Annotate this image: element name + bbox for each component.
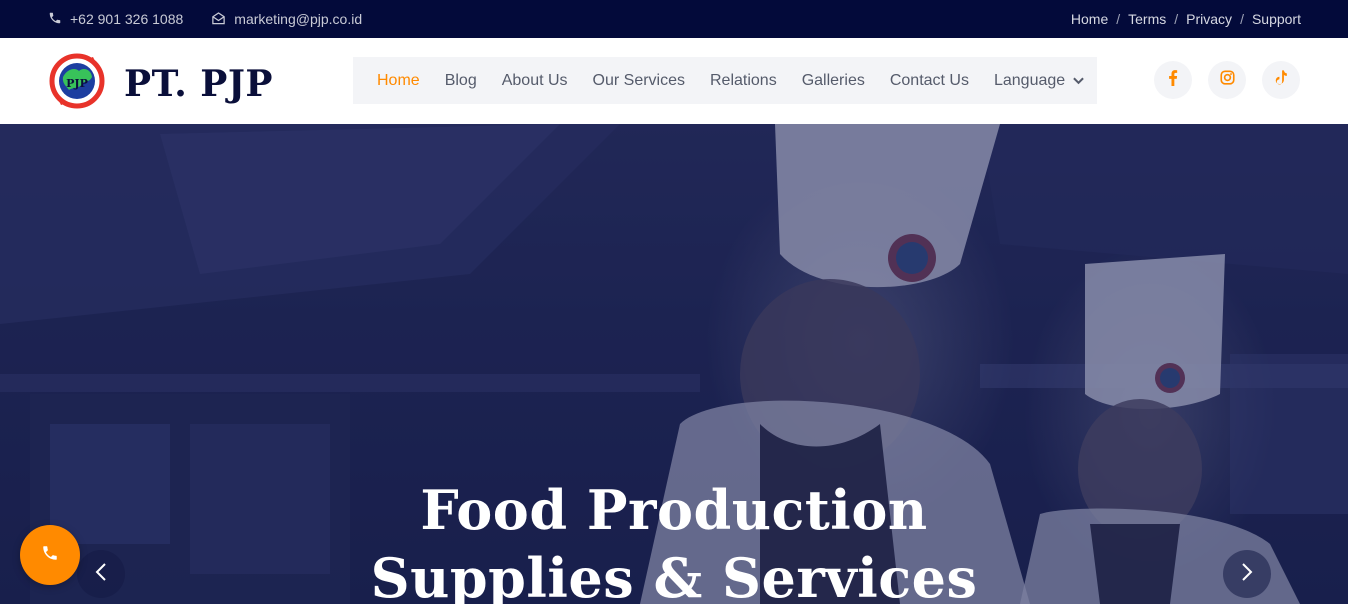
chevron-right-icon: [1241, 562, 1253, 587]
link-separator: /: [1240, 11, 1244, 27]
nav-blog[interactable]: Blog: [445, 72, 477, 90]
site-header: PJP PT. PJP Home Blog About Us Our Servi…: [0, 38, 1348, 124]
link-separator: /: [1174, 11, 1179, 27]
phone-icon: [41, 544, 59, 567]
top-link-support[interactable]: Support: [1252, 11, 1301, 27]
instagram-icon: [1219, 70, 1235, 90]
brand-name: PT. PJP: [124, 62, 273, 105]
hero-title: Food Production Supplies & Services: [0, 476, 1348, 604]
tiktok-icon: [1274, 69, 1288, 91]
slider-prev-button[interactable]: [77, 550, 125, 598]
top-links: Home / Terms / Privacy / Support: [1071, 0, 1301, 38]
top-link-terms[interactable]: Terms: [1128, 11, 1166, 27]
hero-slider: Food Production Supplies & Services: [0, 124, 1348, 604]
phone-contact[interactable]: +62 901 326 1088: [48, 11, 183, 28]
chevron-left-icon: [95, 562, 107, 587]
hero-title-line-2: Supplies & Services: [370, 546, 978, 604]
nav-about-us[interactable]: About Us: [502, 72, 568, 90]
svg-text:PJP: PJP: [66, 77, 88, 90]
facebook-icon: [1168, 69, 1178, 91]
slider-next-button[interactable]: [1223, 550, 1271, 598]
nav-contact-us[interactable]: Contact Us: [890, 72, 969, 90]
nav-galleries[interactable]: Galleries: [802, 72, 865, 90]
main-nav: Home Blog About Us Our Services Relation…: [353, 57, 1097, 104]
nav-home[interactable]: Home: [377, 72, 420, 90]
phone-number: +62 901 326 1088: [70, 11, 184, 27]
envelope-icon: [211, 11, 234, 28]
social-links: [1138, 61, 1300, 99]
link-separator: /: [1116, 11, 1121, 27]
tiktok-button[interactable]: [1262, 61, 1300, 99]
top-link-home[interactable]: Home: [1071, 11, 1108, 27]
top-link-privacy[interactable]: Privacy: [1186, 11, 1232, 27]
chevron-down-icon: [1073, 72, 1084, 90]
contact-info: +62 901 326 1088 marketing@pjp.co.id: [48, 0, 390, 38]
email-contact[interactable]: marketing@pjp.co.id: [211, 11, 362, 28]
nav-relations[interactable]: Relations: [710, 72, 777, 90]
logo: PJP: [49, 53, 105, 114]
top-bar: +62 901 326 1088 marketing@pjp.co.id Hom…: [0, 0, 1348, 38]
phone-icon: [48, 11, 70, 28]
nav-language-label: Language: [993, 71, 1066, 89]
instagram-button[interactable]: [1208, 61, 1246, 99]
nav-our-services[interactable]: Our Services: [593, 72, 685, 90]
email-address: marketing@pjp.co.id: [234, 11, 363, 27]
floating-call-button[interactable]: [20, 525, 80, 585]
nav-language-dropdown[interactable]: Language: [994, 72, 1084, 90]
facebook-button[interactable]: [1154, 61, 1192, 99]
hero-title-line-1: Food Production: [420, 478, 928, 542]
logo-link[interactable]: PJP PT. PJP: [49, 53, 273, 114]
